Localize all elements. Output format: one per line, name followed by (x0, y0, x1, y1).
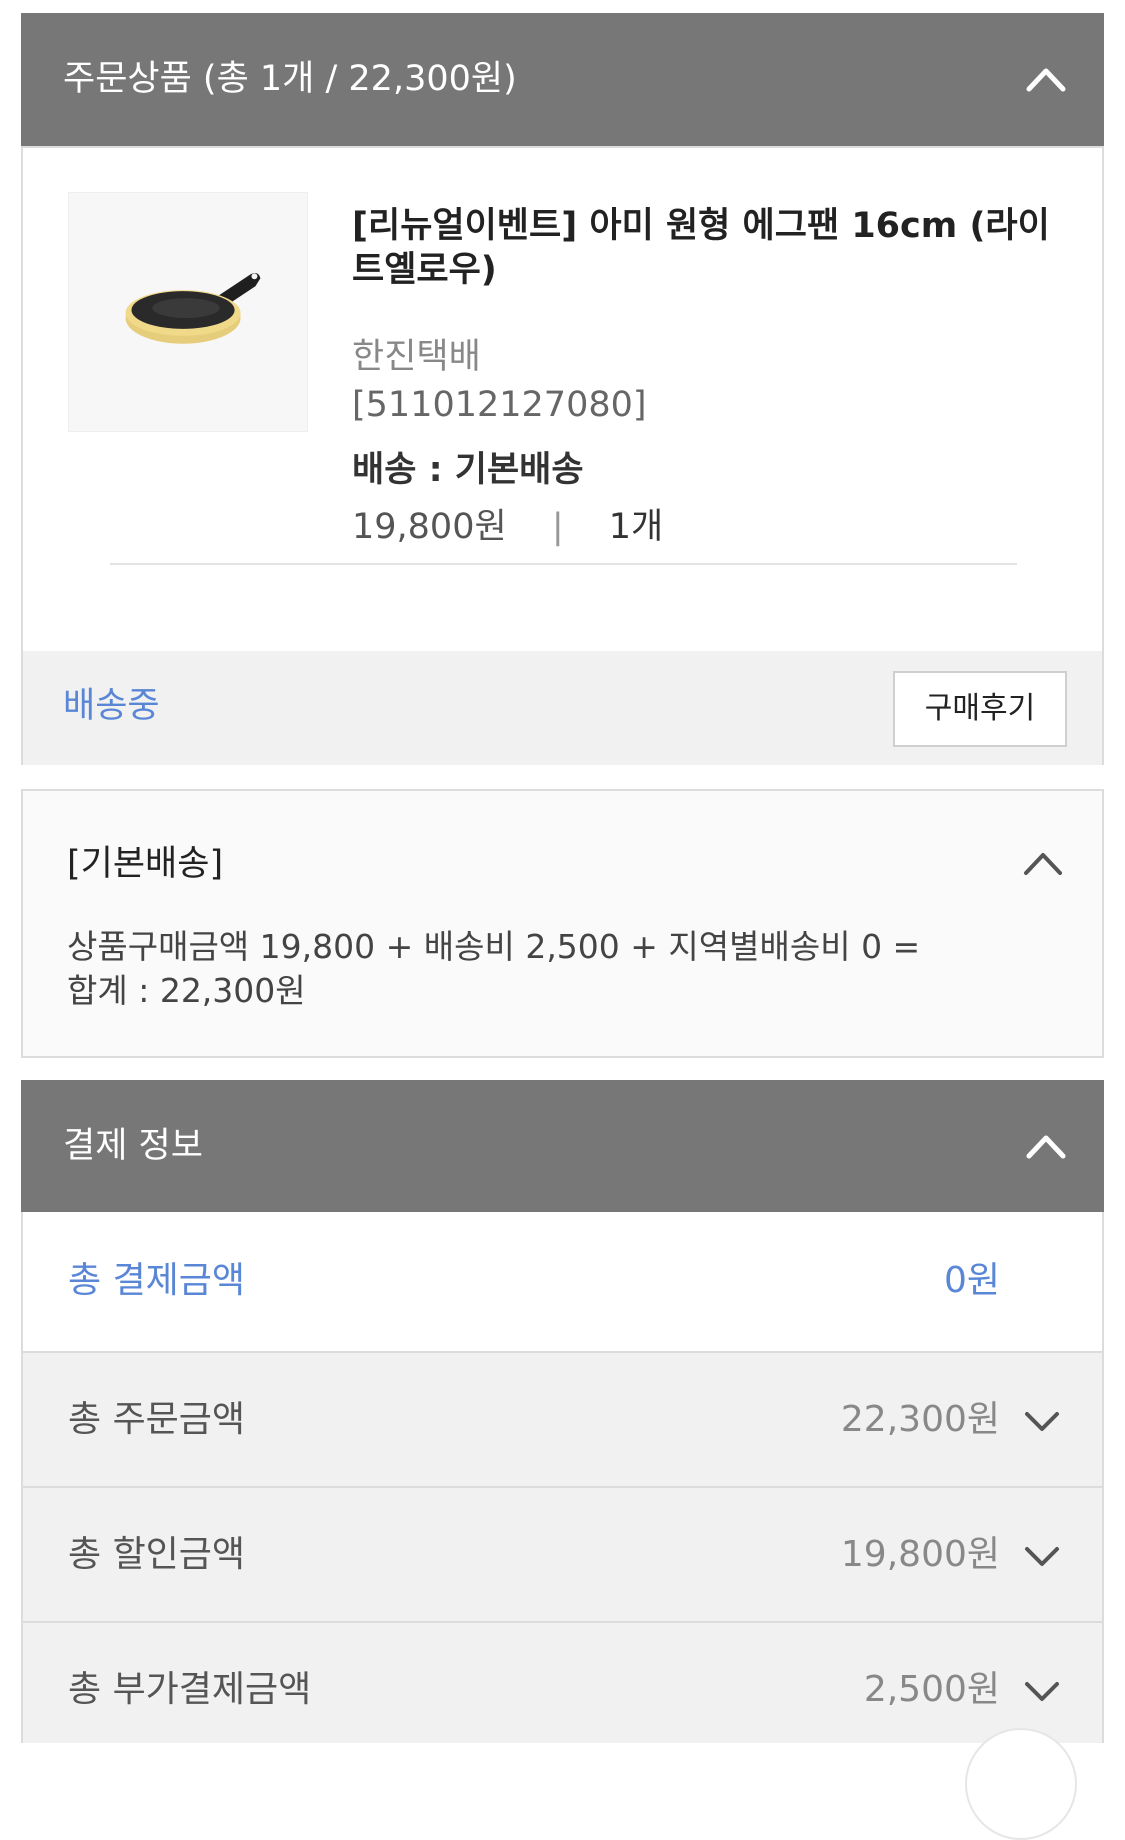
shipping-summary-box: [기본배송] 상품구매금액 19,800 + 배송비 2,500 + 지역별배송… (21, 789, 1104, 1058)
product-thumbnail[interactable] (68, 192, 308, 432)
tracking-number[interactable]: [511012127080] (352, 385, 647, 425)
product-quantity: 1개 (608, 507, 664, 547)
row-label: 총 부가결제금액 (68, 1669, 312, 1710)
chevron-down-icon[interactable] (1022, 1405, 1062, 1437)
chevron-down-icon[interactable] (1022, 1540, 1062, 1572)
row-label: 총 할인금액 (68, 1534, 246, 1575)
chevron-up-icon[interactable] (1024, 61, 1068, 95)
chevron-up-icon[interactable] (1021, 845, 1065, 879)
total-order-amount-row[interactable]: 총 주문금액 22,300원 (21, 1353, 1104, 1488)
courier-name: 한진택배 (352, 337, 481, 377)
scroll-top-button[interactable] (965, 1728, 1077, 1840)
total-payment-row: 총 결제금액 0원 (21, 1212, 1104, 1353)
delivery-type: 배송 : 기본배송 (352, 450, 584, 490)
payment-section-title: 결제 정보 (63, 1126, 203, 1166)
row-value: 2,500원 (863, 1669, 1000, 1710)
total-additional-payment-row[interactable]: 총 부가결제금액 2,500원 (21, 1623, 1104, 1743)
order-status-row: 배송중 구매후기 (21, 651, 1104, 765)
shipping-calculation: 상품구매금액 19,800 + 배송비 2,500 + 지역별배송비 0 = 합… (67, 925, 920, 1013)
row-value: 19,800원 (840, 1534, 1000, 1575)
order-section-header[interactable]: 주문상품 (총 1개 / 22,300원) (21, 13, 1104, 146)
row-label: 총 주문금액 (68, 1399, 246, 1440)
product-card: [리뉴얼이벤트] 아미 원형 에그팬 16cm (라이트옐로우) 한진택배 [5… (21, 146, 1104, 651)
payment-section-header[interactable]: 결제 정보 (21, 1080, 1104, 1212)
divider-line (110, 563, 1017, 565)
total-discount-amount-row[interactable]: 총 할인금액 19,800원 (21, 1488, 1104, 1623)
divider: | (551, 507, 564, 547)
row-value: 22,300원 (840, 1399, 1000, 1440)
product-price: 19,800원 (352, 507, 507, 547)
total-payment-value: 0원 (943, 1260, 1000, 1301)
shipping-title: [기본배송] (67, 844, 224, 884)
total-payment-label: 총 결제금액 (68, 1260, 246, 1301)
total-line: 합계 : 22,300원 (67, 971, 306, 1010)
delivery-status[interactable]: 배송중 (63, 651, 160, 761)
review-button[interactable]: 구매후기 (893, 671, 1067, 747)
chevron-up-icon[interactable] (1024, 1128, 1068, 1162)
price-quantity-line: 19,800원 | 1개 (352, 498, 663, 549)
order-section-title: 주문상품 (총 1개 / 22,300원) (63, 59, 517, 99)
yellow-frying-pan-image (125, 272, 261, 344)
chevron-down-icon[interactable] (1022, 1675, 1062, 1707)
calculation-line: 상품구매금액 19,800 + 배송비 2,500 + 지역별배송비 0 = (67, 927, 921, 966)
product-name[interactable]: [리뉴얼이벤트] 아미 원형 에그팬 16cm (라이트옐로우) (352, 204, 1072, 292)
